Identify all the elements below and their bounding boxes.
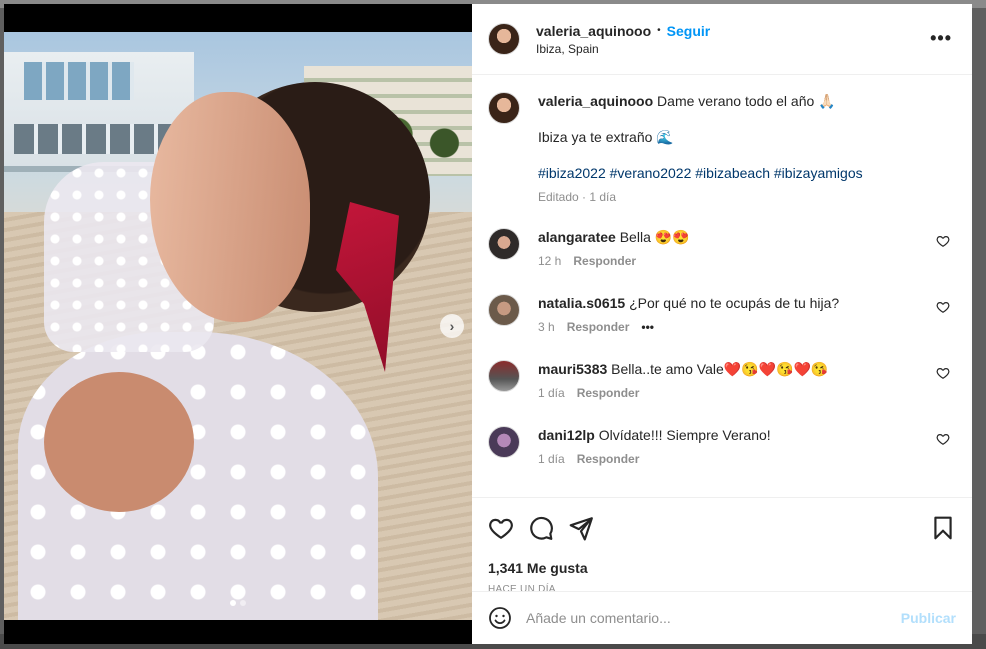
comment-text: ¿Por qué no te ocupás de tu hija?: [629, 295, 840, 311]
post-actions: 1,341 Me gusta HACE UN DÍA: [472, 497, 972, 595]
comment-item: mauri5383 Bella..te amo Vale❤️😘❤️😘❤️😘 1 …: [488, 360, 956, 404]
comment-username[interactable]: alangaratee: [538, 229, 616, 245]
separator: •: [657, 25, 661, 36]
post-details-panel: valeria_aquinooo • Seguir Ibiza, Spain •…: [472, 4, 972, 644]
publish-button[interactable]: Publicar: [901, 610, 956, 626]
next-slide-button[interactable]: ›: [440, 314, 464, 338]
comment-bubble-icon[interactable]: [528, 515, 554, 541]
avatar[interactable]: [488, 426, 520, 458]
avatar[interactable]: [488, 294, 520, 326]
hashtag-link[interactable]: #verano2022: [610, 165, 692, 181]
reply-button[interactable]: Responder: [577, 386, 640, 400]
comment-time[interactable]: 3 h: [538, 320, 555, 334]
avatar[interactable]: [488, 23, 520, 55]
more-options-icon[interactable]: •••: [930, 28, 952, 49]
avatar[interactable]: [488, 360, 520, 392]
caption-hashtags: #ibiza2022 #verano2022 #ibizabeach #ibiz…: [538, 164, 863, 182]
post-media: ›: [4, 4, 472, 644]
like-comment-heart-icon[interactable]: [936, 432, 950, 446]
caption-line1: Dame verano todo el año 🙏🏻: [657, 93, 836, 109]
caption-meta: Editado · 1 día: [538, 190, 617, 204]
follow-button[interactable]: Seguir: [667, 23, 711, 39]
comment-time[interactable]: 12 h: [538, 254, 561, 268]
comment-username[interactable]: natalia.s0615: [538, 295, 625, 311]
emoji-icon[interactable]: [488, 606, 512, 630]
likes-count[interactable]: 1,341 Me gusta: [488, 560, 956, 576]
hashtag-link[interactable]: #ibiza2022: [538, 165, 606, 181]
comment-text: Olvídate!!! Siempre Verano!: [598, 427, 771, 443]
reply-button[interactable]: Responder: [567, 320, 630, 334]
like-heart-icon[interactable]: [488, 515, 514, 541]
post-photo: [4, 32, 472, 620]
like-comment-heart-icon[interactable]: [936, 366, 950, 380]
bookmark-icon[interactable]: [930, 515, 956, 541]
comment-item: alangaratee Bella 😍😍 12 h Responder: [488, 228, 956, 272]
caption: valeria_aquinooo Dame verano todo el año…: [488, 92, 956, 206]
add-comment-bar: Publicar: [472, 591, 972, 644]
avatar[interactable]: [488, 92, 520, 124]
reply-button[interactable]: Responder: [573, 254, 636, 268]
comment-input[interactable]: [526, 610, 901, 626]
comment-item: dani12lp Olvídate!!! Siempre Verano! 1 d…: [488, 426, 956, 470]
share-send-icon[interactable]: [568, 515, 594, 541]
comment-time[interactable]: 1 día: [538, 386, 565, 400]
like-comment-heart-icon[interactable]: [936, 300, 950, 314]
hashtag-link[interactable]: #ibizayamigos: [774, 165, 863, 181]
post-location[interactable]: Ibiza, Spain: [536, 42, 710, 56]
reply-button[interactable]: Responder: [577, 452, 640, 466]
comment-text: Bella..te amo Vale❤️😘❤️😘❤️😘: [611, 361, 829, 377]
carousel-dot: [240, 600, 246, 606]
comment-text: Bella 😍😍: [619, 229, 690, 245]
hashtag-link[interactable]: #ibizabeach: [695, 165, 770, 181]
comment-username[interactable]: mauri5383: [538, 361, 607, 377]
carousel-dots: [230, 600, 246, 606]
comment-item: natalia.s0615 ¿Por qué no te ocupás de t…: [488, 294, 956, 338]
caption-username[interactable]: valeria_aquinooo: [538, 93, 653, 109]
comment-options-icon[interactable]: •••: [641, 320, 654, 334]
carousel-dot-active: [230, 600, 236, 606]
like-comment-heart-icon[interactable]: [936, 234, 950, 248]
comment-time[interactable]: 1 día: [538, 452, 565, 466]
post-username[interactable]: valeria_aquinooo: [536, 23, 651, 39]
avatar[interactable]: [488, 228, 520, 260]
comments-list[interactable]: valeria_aquinooo Dame verano todo el año…: [472, 76, 972, 496]
caption-line2: Ibiza ya te extraño 🌊: [538, 129, 674, 145]
comment-username[interactable]: dani12lp: [538, 427, 595, 443]
post-header: valeria_aquinooo • Seguir Ibiza, Spain •…: [472, 4, 972, 75]
